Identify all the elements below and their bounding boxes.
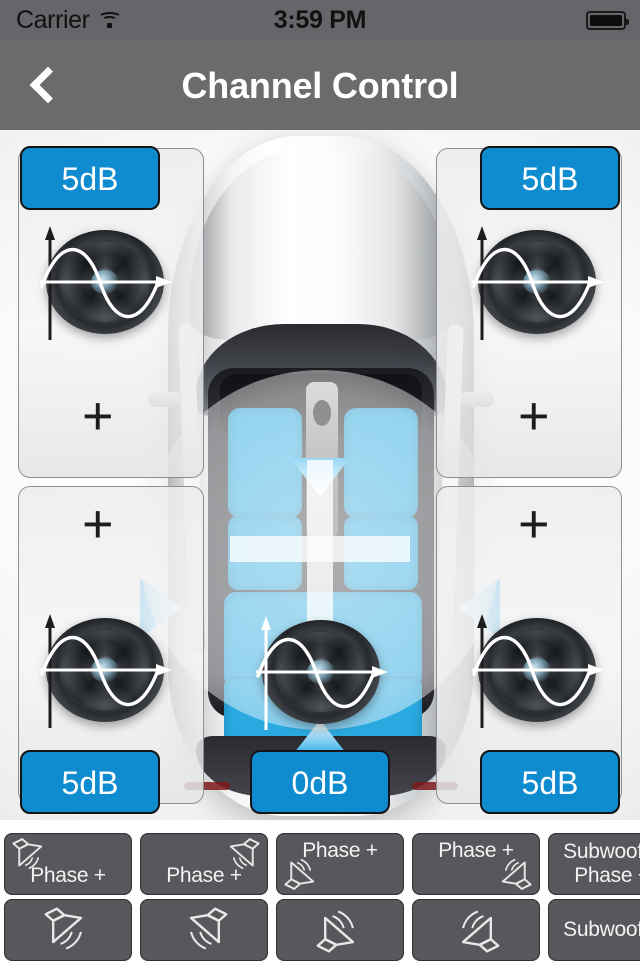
control-button-grid: Phase + Phase + Phase + Phase + Subwoo P…: [0, 820, 640, 963]
speaker-button-row: Subwoofer: [0, 899, 640, 963]
woofer-axes: [472, 226, 604, 340]
speaker-front-right-icon: [175, 905, 233, 955]
speaker-rear-right-icon: [491, 852, 535, 892]
woofer-axes: [40, 226, 172, 340]
plus-icon-rear-right[interactable]: +: [518, 497, 550, 551]
db-badge-rear-right[interactable]: 5dB: [480, 750, 620, 814]
plus-icon-front-left[interactable]: +: [82, 389, 114, 443]
status-bar: Carrier 3:59 PM: [0, 0, 640, 40]
phase-button-label: Phase +: [30, 864, 106, 887]
woofer-icon-front-right[interactable]: [472, 226, 604, 340]
plus-icon-front-right[interactable]: +: [518, 389, 550, 443]
woofer-icon-subwoofer[interactable]: [256, 616, 388, 730]
speaker-button-rear-left[interactable]: [276, 899, 404, 961]
speaker-rear-left-icon: [281, 852, 325, 892]
subwoofer-phase-button[interactable]: Subwoofer Phase +: [548, 833, 640, 895]
battery-cap: [626, 18, 629, 25]
phase-button-rear-left[interactable]: Phase +: [276, 833, 404, 895]
woofer-axes: [40, 614, 172, 728]
db-badge-front-right[interactable]: 5dB: [480, 146, 620, 210]
car-seat-front-left: [228, 408, 302, 518]
battery-fill: [590, 15, 622, 26]
woofer-icon-rear-right[interactable]: [472, 614, 604, 728]
car-seat-front-right-base: [344, 516, 418, 590]
woofer-axes: [256, 616, 388, 730]
phase-button-label: Phase +: [166, 864, 242, 887]
speaker-button-front-right[interactable]: [140, 899, 268, 961]
speaker-button-front-left[interactable]: [4, 899, 132, 961]
db-badge-rear-left[interactable]: 5dB: [20, 750, 160, 814]
speaker-front-left-icon: [39, 905, 97, 955]
db-badge-subwoofer[interactable]: 0dB: [250, 750, 390, 814]
subwoofer-phase-label-line1: Subwoofer: [563, 840, 640, 863]
battery-full-icon: [586, 11, 629, 30]
woofer-axes: [472, 614, 604, 728]
subwoofer-button-label: Subwoofer: [563, 918, 640, 941]
subwoofer-phase-label-line2: Phase +: [574, 864, 640, 887]
page-title: Channel Control: [181, 65, 459, 106]
speaker-rear-right-icon: [447, 905, 505, 955]
subwoofer-button[interactable]: Subwoofer: [548, 899, 640, 961]
car-seat-front-right: [344, 408, 418, 518]
woofer-icon-front-left[interactable]: [40, 226, 172, 340]
speaker-rear-left-icon: [311, 905, 369, 955]
speaker-button-rear-right[interactable]: [412, 899, 540, 961]
db-badge-front-left[interactable]: 5dB: [20, 146, 160, 210]
channel-stage: + + + + 5dB 5dB 5dB 5dB 0dB: [0, 130, 640, 820]
phase-button-row: Phase + Phase + Phase + Phase + Subwoo P…: [0, 833, 640, 897]
clock-label: 3:59 PM: [273, 6, 367, 34]
phase-button-front-right[interactable]: Phase +: [140, 833, 268, 895]
woofer-icon-rear-left[interactable]: [40, 614, 172, 728]
navigation-bar: Channel Control: [0, 40, 640, 130]
car-seat-front-left-base: [228, 516, 302, 590]
phase-button-front-left[interactable]: Phase +: [4, 833, 132, 895]
phase-button-rear-right[interactable]: Phase +: [412, 833, 540, 895]
plus-icon-rear-left[interactable]: +: [82, 497, 114, 551]
